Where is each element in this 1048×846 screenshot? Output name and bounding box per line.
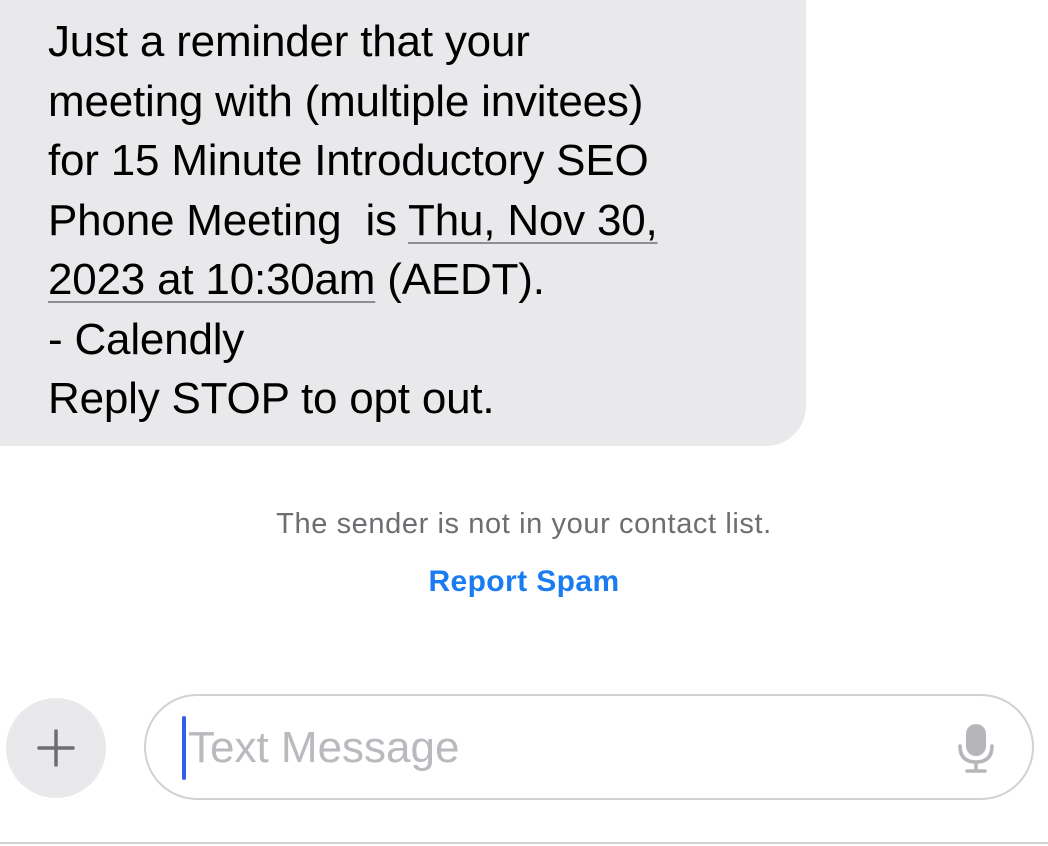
message-line-with-date: Phone Meeting is Thu, Nov 30,: [48, 191, 788, 251]
plus-icon: [37, 729, 75, 767]
date-link-end[interactable]: 2023 at 10:30am: [48, 255, 375, 304]
message-opt-out: Reply STOP to opt out.: [48, 374, 495, 423]
microphone-icon[interactable]: [956, 722, 996, 774]
report-spam-link[interactable]: Report Spam: [0, 565, 1048, 599]
message-signature: - Calendly: [48, 314, 245, 364]
date-link-start[interactable]: Thu, Nov 30,: [408, 196, 658, 245]
messages-screen: Just a reminder that your meeting with (…: [0, 0, 1048, 846]
message-line: for 15 Minute Introductory SEO: [48, 136, 649, 185]
timezone-text: (AEDT).: [375, 255, 545, 304]
text-caret: [182, 716, 186, 780]
message-line-with-date-end: 2023 at 10:30am (AEDT).: [48, 250, 788, 310]
message-line: meeting with (multiple invitees): [48, 76, 644, 126]
message-line: Just a reminder that your: [48, 17, 530, 66]
add-attachment-button[interactable]: [6, 698, 106, 798]
text-message-input[interactable]: [188, 718, 948, 778]
message-line: Phone Meeting is: [48, 195, 409, 245]
unknown-sender-notice: The sender is not in your contact list.: [276, 508, 772, 540]
bottom-divider: [0, 842, 1048, 844]
incoming-message-bubble[interactable]: Just a reminder that your meeting with (…: [0, 0, 806, 446]
message-text: Just a reminder that your meeting with (…: [48, 12, 788, 429]
message-compose-field[interactable]: [144, 694, 1034, 800]
